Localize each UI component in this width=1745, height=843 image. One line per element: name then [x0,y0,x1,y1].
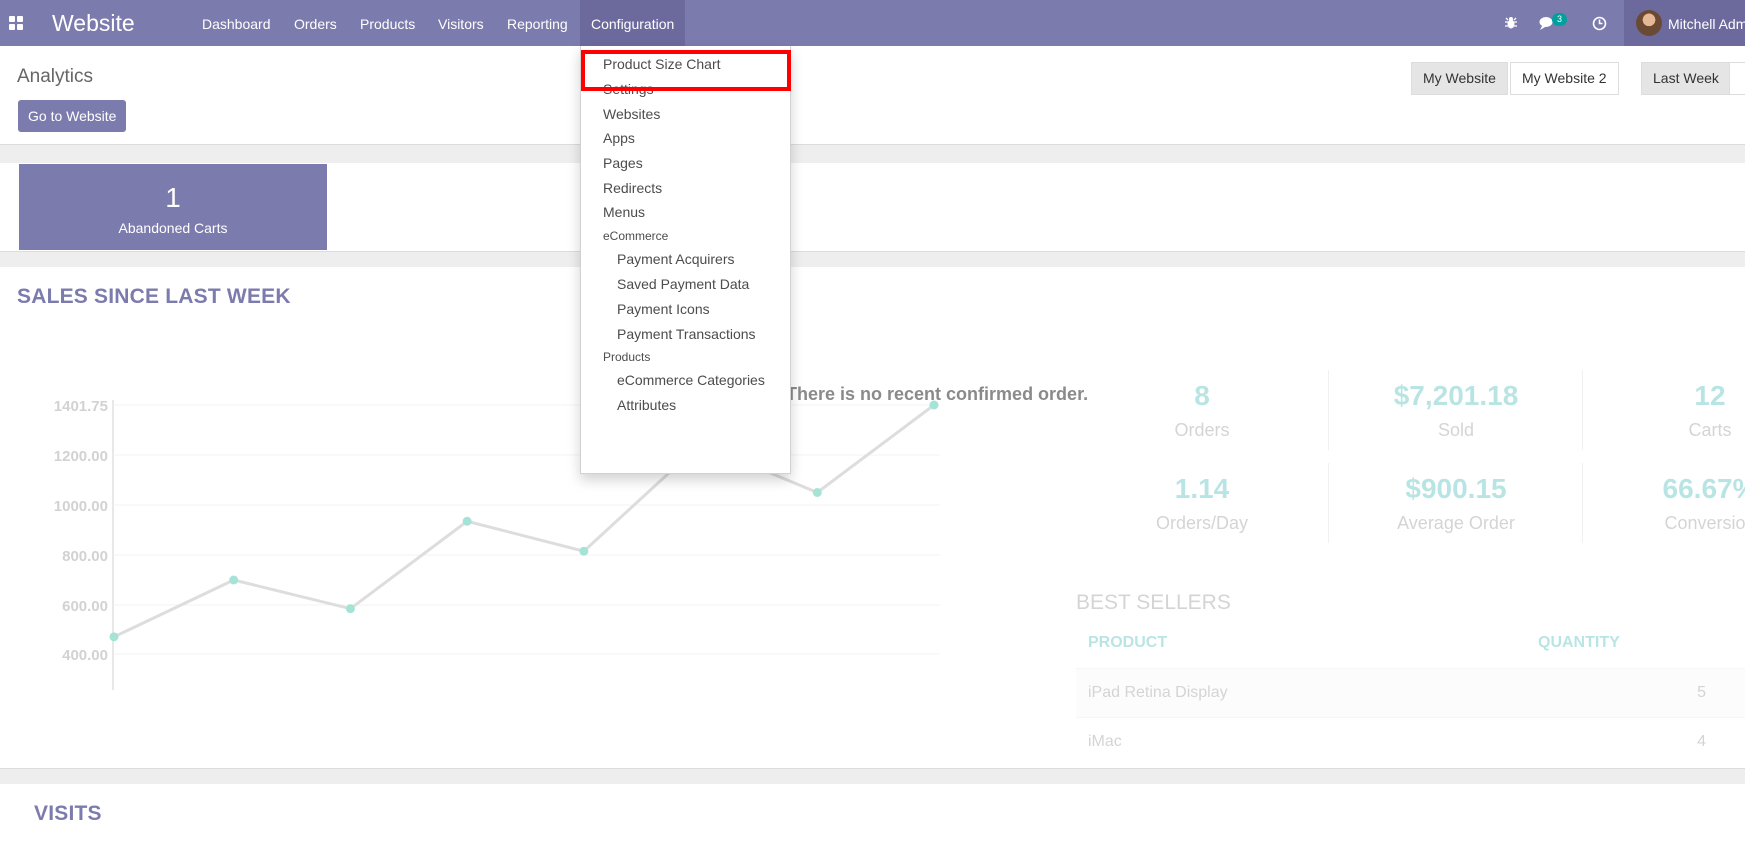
stat-label: Orders/Day [1155,513,1249,533]
stat-label: Average Order [1397,513,1515,533]
configuration-dropdown-menu: Product Size Chart Settings Websites Apps Pa… [580,46,791,474]
dropdown-item-settings[interactable]: Settings [603,81,654,97]
dropdown-item-saved-payment-data[interactable]: Saved Payment Data [617,276,749,292]
stat-label: Orders [1174,420,1230,440]
divider [1328,463,1329,543]
divider [0,768,1745,784]
stat-label: Sold [1437,420,1475,440]
website-analytics-app: Website Dashboard Orders Products Visito… [0,0,1745,843]
dropdown-item-payment-icons[interactable]: Payment Icons [617,301,710,317]
quantity-cell: 4 [1697,733,1706,750]
dropdown-item-payment-transactions[interactable]: Payment Transactions [617,326,756,342]
stat-orders: 8 Orders [1075,380,1329,441]
product-cell: iMac [1088,733,1122,750]
data-point [229,575,239,585]
menu-orders[interactable]: Orders [283,0,348,46]
divider [1328,370,1329,450]
dropdown-item-payment-acquirers[interactable]: Payment Acquirers [617,251,735,267]
period-filter-next[interactable] [1729,62,1745,95]
website-filter-my-website[interactable]: My Website [1411,62,1508,95]
y-tick-label: 1000.00 [54,498,108,515]
stat-label: Carts [1688,420,1732,440]
stat-sold: $7,201.18 Sold [1329,380,1583,441]
stat-value: 1.14 [1174,473,1230,504]
go-to-website-button[interactable]: Go to Website [18,100,127,132]
dropdown-item-redirects[interactable]: Redirects [603,180,662,196]
table-row[interactable]: iPad Retina Display 5 [1076,668,1745,717]
dropdown-item-websites[interactable]: Websites [603,106,660,122]
top-navbar: Website Dashboard Orders Products Visito… [0,0,1745,46]
dropdown-section-ecommerce-header: eCommerce [603,229,669,243]
best-sellers-title: BEST SELLERS [1076,591,1231,614]
y-tick-label: 800.00 [62,548,108,565]
stat-average-order: $900.15 Average Order [1329,473,1583,534]
visits-section-title: VISITS [34,802,102,825]
data-point [345,604,355,614]
user-name: Mitchell Admin [1668,16,1745,32]
stat-orders-per-day: 1.14 Orders/Day [1075,473,1329,534]
y-tick-label: 1401.75 [54,400,108,415]
menu-reporting[interactable]: Reporting [496,0,579,46]
data-point [462,516,472,526]
quantity-cell: 5 [1697,684,1706,701]
dropdown-item-menus[interactable]: Menus [603,204,645,220]
dropdown-item-pages[interactable]: Pages [603,155,643,171]
menu-configuration[interactable]: Configuration [580,0,686,46]
sales-section-title: SALES SINCE LAST WEEK [17,285,291,308]
column-header-quantity[interactable]: QUANTITY [1538,634,1620,652]
stat-conversion: 66.67% Conversion [1583,473,1745,534]
divider [1582,463,1583,543]
menu-products[interactable]: Products [349,0,426,46]
menu-dashboard[interactable]: Dashboard [191,0,282,46]
divider [1582,370,1583,450]
stat-carts: 12 Carts [1583,380,1745,441]
user-avatar [1636,10,1662,36]
sales-line-chart: 1401.75 1200.00 1000.00 800.00 600.00 400.00 [54,400,940,690]
stat-value: $7,201.18 [1393,380,1519,411]
y-tick-label: 400.00 [62,647,108,664]
data-point [109,632,119,642]
app-brand: Website [52,10,135,36]
messages-count-badge: 3 [1552,13,1567,26]
menu-visitors[interactable]: Visitors [427,0,495,46]
dropdown-item-ecommerce-categories[interactable]: eCommerce Categories [617,372,765,388]
dropdown-item-product-size-chart[interactable]: Product Size Chart [603,56,721,72]
kpi-label: Abandoned Carts [118,220,228,236]
no-recent-order-message: There is no recent confirmed order. [786,384,1089,404]
data-point [812,488,822,497]
bug-icon[interactable] [1500,0,1522,46]
kpi-abandoned-carts[interactable]: 1 Abandoned Carts [19,164,327,250]
stat-value: 8 [1194,380,1210,411]
clock-icon[interactable] [1588,0,1610,46]
apps-grid-icon[interactable] [9,16,23,30]
data-point [579,546,589,556]
series-line [113,403,935,639]
divider [0,251,1745,267]
kpi-value: 1 [165,182,181,213]
dropdown-section-products-header: Products [603,350,651,364]
website-filter-my-website-2[interactable]: My Website 2 [1510,62,1619,95]
y-tick-label: 600.00 [62,598,108,615]
stat-value: $900.15 [1405,473,1507,504]
column-header-product[interactable]: PRODUCT [1088,634,1167,652]
divider [0,144,1745,163]
dropdown-item-apps[interactable]: Apps [603,130,635,146]
stat-value: 12 [1694,380,1726,411]
dropdown-item-attributes[interactable]: Attributes [617,397,676,413]
stat-value: 66.67% [1662,473,1745,504]
page-title: Analytics [17,66,94,87]
product-cell: iPad Retina Display [1088,684,1228,701]
user-menu[interactable]: Mitchell Admin [1624,0,1745,46]
table-row[interactable]: iMac 4 [1076,717,1745,766]
y-tick-label: 1200.00 [54,448,108,465]
period-filter-last-week[interactable]: Last Week [1641,62,1731,95]
stat-label: Conversion [1664,513,1745,533]
